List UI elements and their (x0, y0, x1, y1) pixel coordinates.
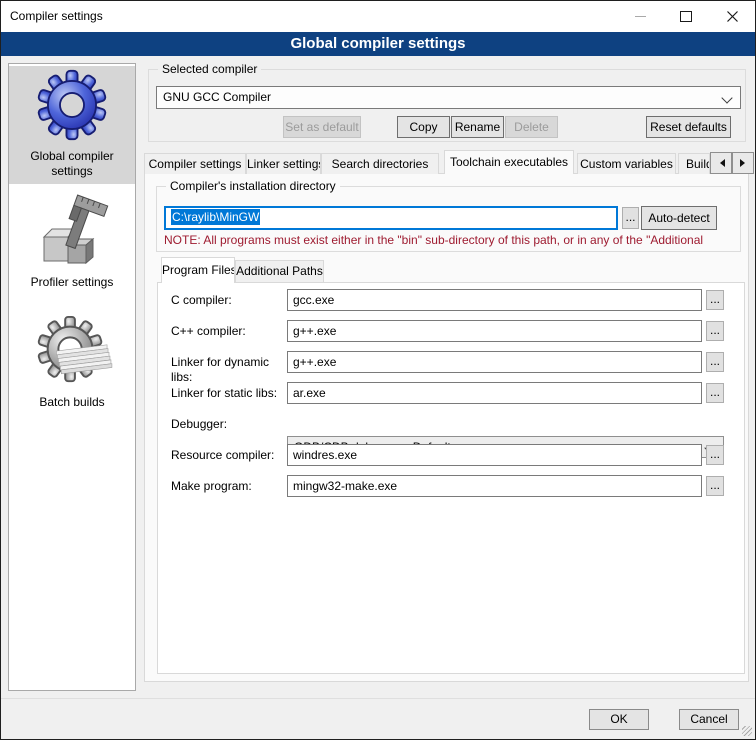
installation-directory-group-label: Compiler's installation directory (166, 179, 340, 193)
tab-compiler-settings[interactable]: Compiler settings (144, 153, 246, 174)
sidebar-item-batch-builds[interactable]: Batch builds (9, 395, 135, 410)
make-program-browse-button[interactable]: ... (706, 476, 724, 496)
auto-detect-button[interactable]: Auto-detect (641, 206, 717, 230)
linker-dynamic-label: Linker for dynamic libs: (171, 355, 287, 385)
tab-scroll-left-icon (716, 159, 725, 167)
selected-compiler-group-label: Selected compiler (158, 62, 261, 76)
window-title: Compiler settings (10, 1, 103, 32)
delete-button[interactable]: Delete (505, 116, 558, 138)
tab-custom-variables[interactable]: Custom variables (577, 153, 676, 174)
global-compiler-settings-icon (35, 67, 109, 146)
cpp-compiler-input[interactable]: g++.exe (287, 320, 702, 342)
batch-builds-icon (31, 314, 113, 391)
resource-compiler-input[interactable]: windres.exe (287, 444, 702, 466)
close-icon (727, 11, 738, 22)
tab-scroll-left-button[interactable] (710, 152, 732, 174)
minimize-icon (635, 16, 646, 17)
tab-scroll-right-button[interactable] (732, 152, 754, 174)
profiler-settings-icon (34, 193, 110, 274)
c-compiler-label: C compiler: (171, 293, 283, 308)
compiler-settings-window: Compiler settings Global compiler settin… (0, 0, 756, 740)
make-program-input[interactable]: mingw32-make.exe (287, 475, 702, 497)
rename-button[interactable]: Rename (451, 116, 504, 138)
linker-dynamic-browse-button[interactable]: ... (706, 352, 724, 372)
tab-program-files[interactable]: Program Files (161, 257, 235, 283)
linker-dynamic-input[interactable]: g++.exe (287, 351, 702, 373)
copy-button[interactable]: Copy (397, 116, 450, 138)
c-compiler-browse-button[interactable]: ... (706, 290, 724, 310)
selected-compiler-combobox[interactable]: GNU GCC Compiler (156, 86, 741, 109)
minimize-button[interactable] (617, 1, 663, 32)
banner-title: Global compiler settings (1, 32, 755, 56)
tab-toolchain-executables[interactable]: Toolchain executables (444, 150, 574, 174)
tab-linker-settings[interactable]: Linker settings (246, 153, 321, 174)
cancel-button[interactable]: Cancel (679, 709, 739, 730)
resource-compiler-browse-button[interactable]: ... (706, 445, 724, 465)
close-button[interactable] (709, 1, 755, 32)
linker-static-input[interactable]: ar.exe (287, 382, 702, 404)
debugger-label: Debugger: (171, 417, 283, 432)
reset-defaults-button[interactable]: Reset defaults (646, 116, 731, 138)
tab-build-options[interactable]: Build (678, 153, 710, 174)
maximize-button[interactable] (663, 1, 709, 32)
maximize-icon (680, 11, 692, 22)
linker-static-browse-button[interactable]: ... (706, 383, 724, 403)
cpp-compiler-label: C++ compiler: (171, 324, 283, 339)
installation-directory-input[interactable]: C:\raylib\MinGW (164, 206, 618, 230)
c-compiler-input[interactable]: gcc.exe (287, 289, 702, 311)
resource-compiler-label: Resource compiler: (171, 448, 283, 463)
make-program-label: Make program: (171, 479, 283, 494)
installation-directory-browse-button[interactable]: ... (622, 207, 639, 229)
linker-static-label: Linker for static libs: (171, 386, 287, 401)
ok-button[interactable]: OK (589, 709, 649, 730)
installation-note: NOTE: All programs must exist either in … (164, 233, 736, 248)
tab-search-directories[interactable]: Search directories (321, 153, 439, 174)
footer-divider (1, 698, 755, 699)
tab-additional-paths[interactable]: Additional Paths (235, 260, 324, 282)
set-as-default-button[interactable]: Set as default (283, 116, 361, 138)
tab-scroll-right-icon (740, 159, 749, 167)
chevron-down-icon (721, 92, 732, 103)
selected-compiler-value: GNU GCC Compiler (163, 90, 271, 104)
installation-directory-value: C:\raylib\MinGW (171, 209, 260, 225)
sidebar-item-label: Global compiler settings (9, 149, 135, 179)
cpp-compiler-browse-button[interactable]: ... (706, 321, 724, 341)
resize-grip[interactable] (742, 726, 752, 736)
sidebar-item-profiler-settings[interactable]: Profiler settings (9, 275, 135, 290)
